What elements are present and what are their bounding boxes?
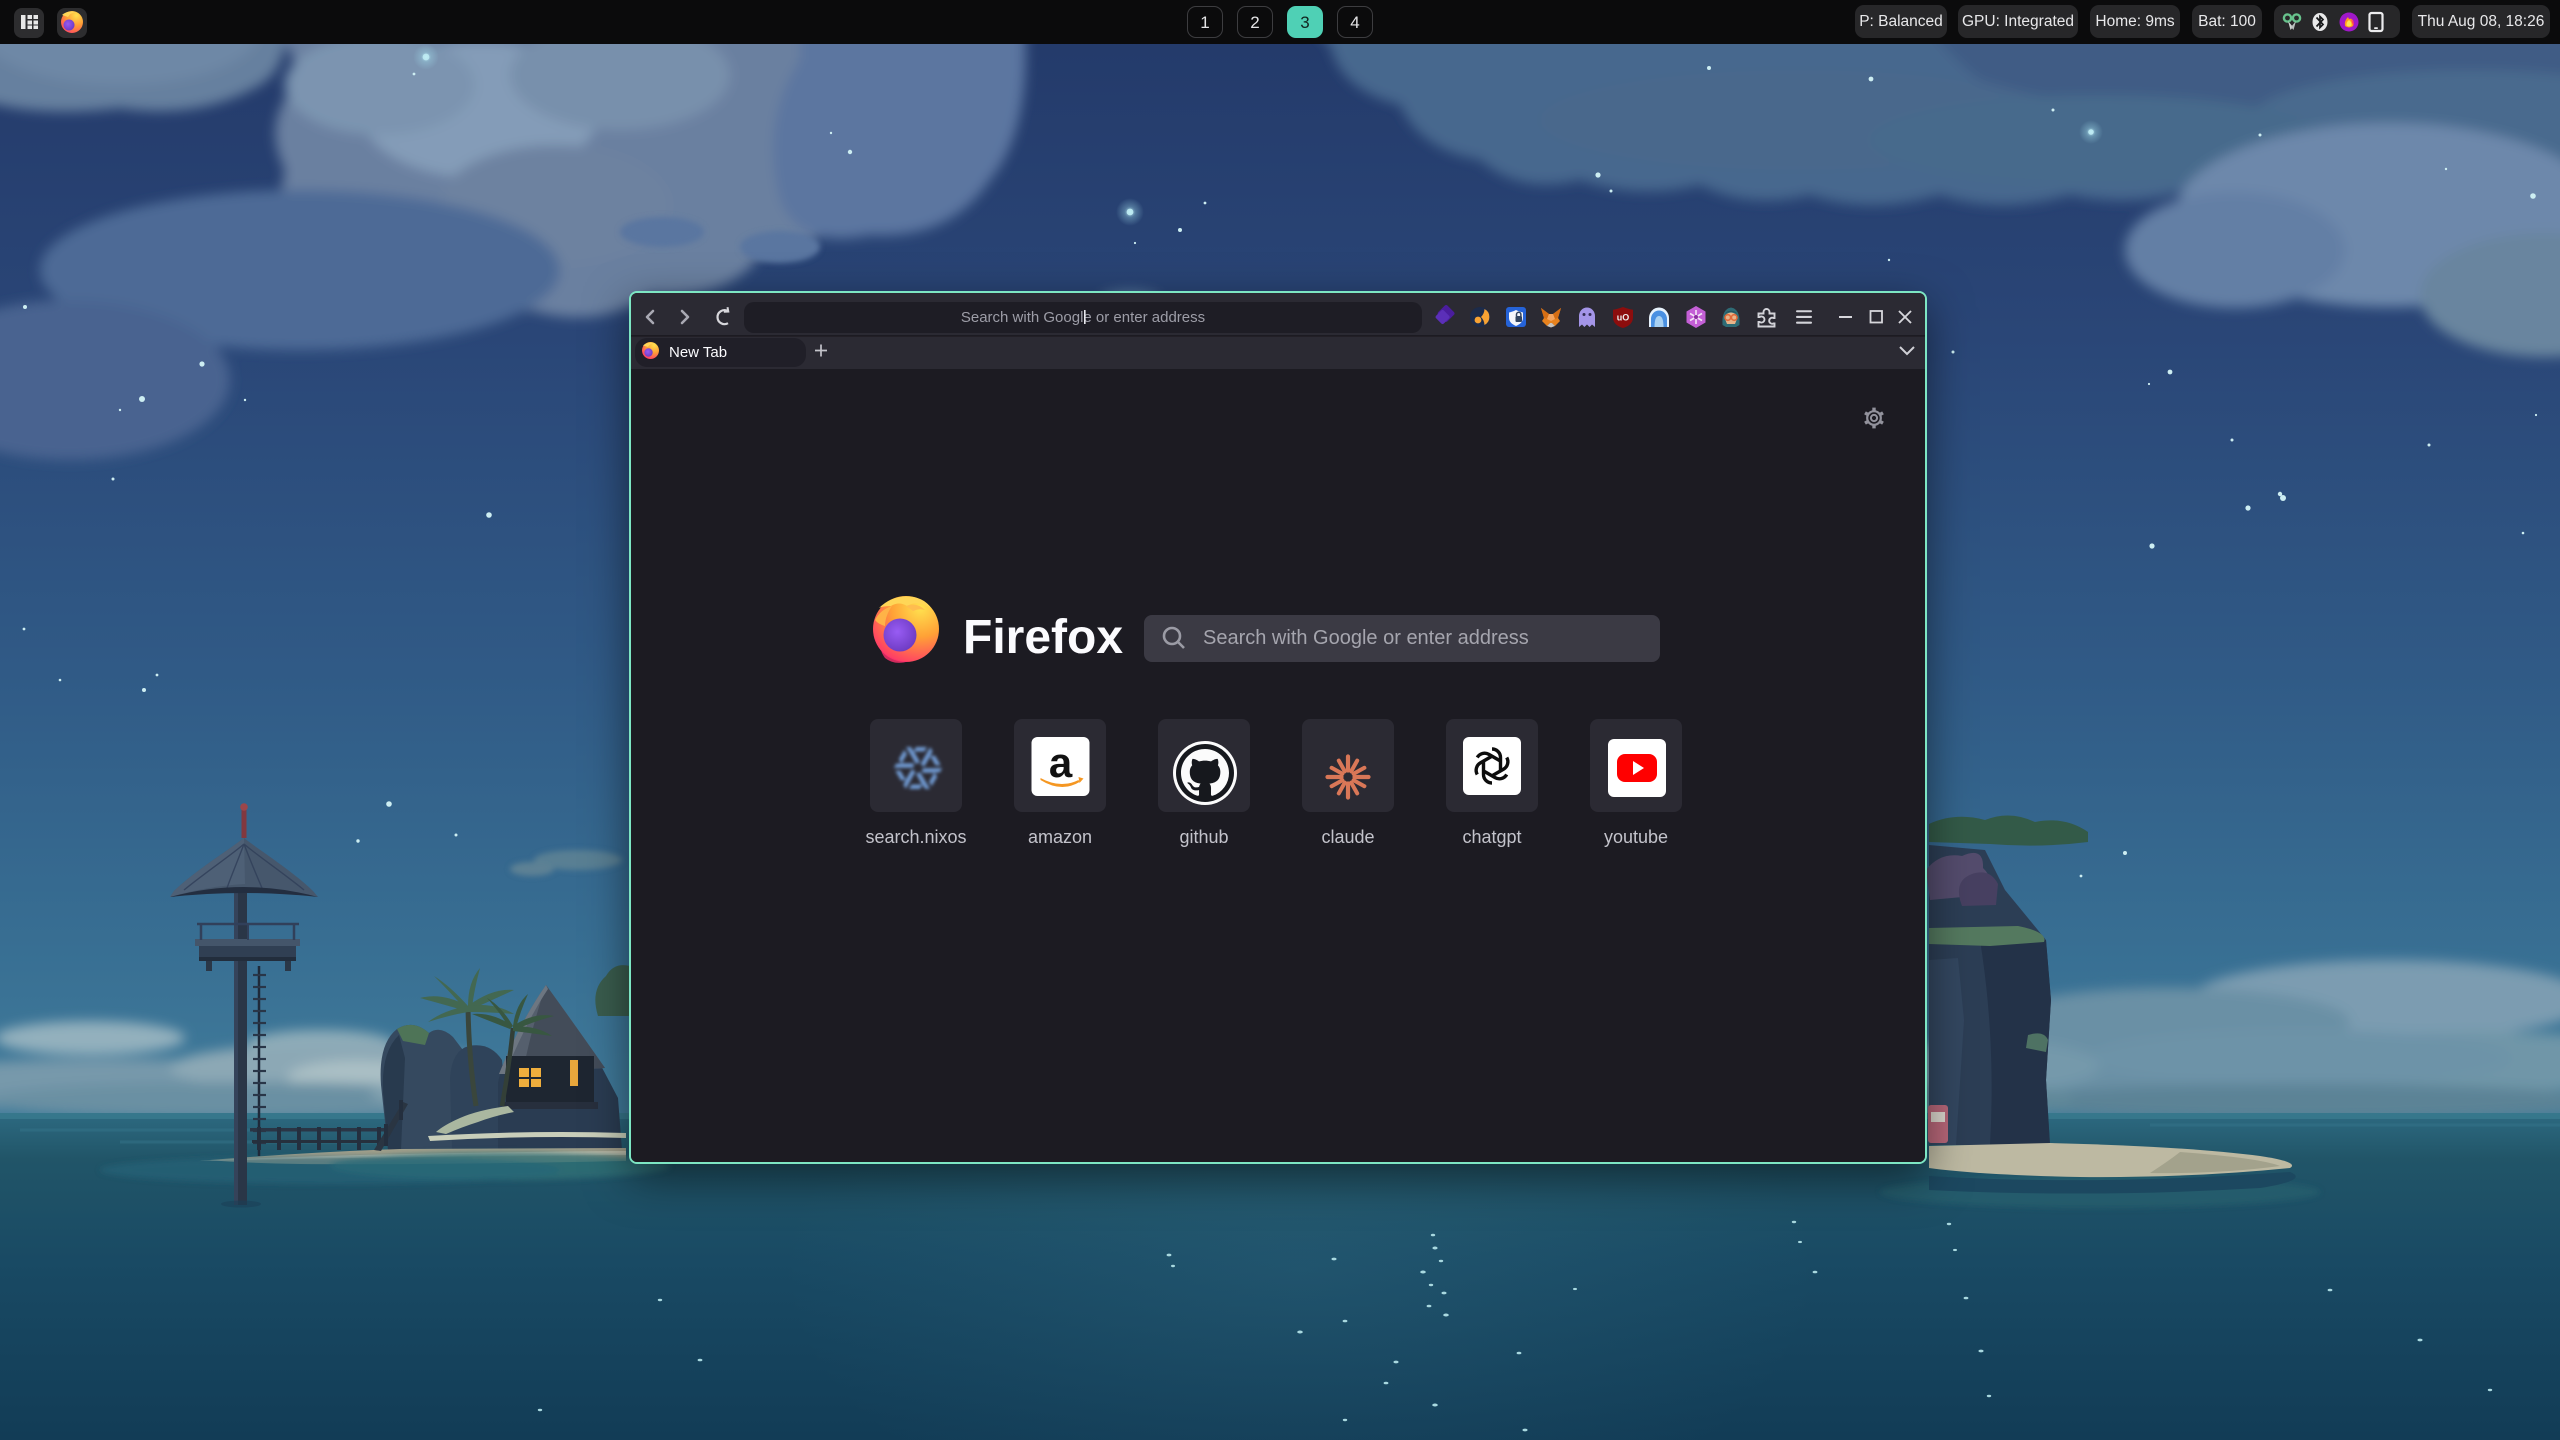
svg-text:a: a — [1049, 739, 1073, 786]
svg-text:uO: uO — [1617, 313, 1630, 323]
